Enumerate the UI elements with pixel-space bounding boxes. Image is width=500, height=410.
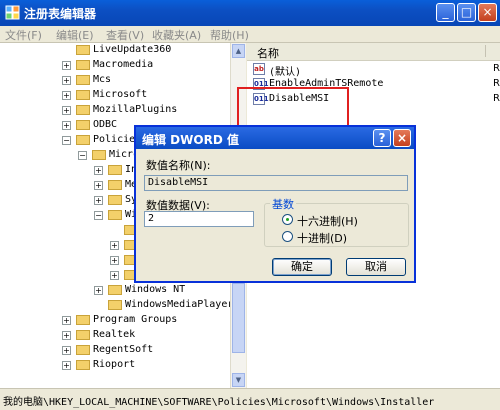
edit-dword-dialog: 编辑 DWORD 值 ? × 数值名称(N): DisableMSI 数值数据(… (134, 125, 416, 283)
dialog-title-bar[interactable]: 编辑 DWORD 值 ? × (136, 127, 414, 149)
value-name-label: 数值名称(N): (146, 159, 211, 172)
status-path: 我的电脑\HKEY_LOCAL_MACHINE\SOFTWARE\Policie… (3, 397, 435, 408)
registry-editor-window: 注册表编辑器 _ □ × 文件(F) 编辑(E) 查看(V) 收藏夹(A) 帮助… (0, 0, 500, 410)
radio-unselected-icon[interactable] (282, 231, 293, 242)
base-group-label: 基数 (270, 196, 296, 212)
value-name-field: DisableMSI (144, 175, 408, 191)
value-data-input[interactable]: 2 (144, 211, 254, 227)
status-bar: 我的电脑\HKEY_LOCAL_MACHINE\SOFTWARE\Policie… (0, 388, 500, 410)
ok-button[interactable]: 确定 (272, 258, 332, 276)
radio-selected-icon[interactable] (282, 214, 293, 225)
dialog-close-button[interactable]: × (393, 129, 411, 147)
help-button[interactable]: ? (373, 129, 391, 147)
cancel-button[interactable]: 取消 (346, 258, 406, 276)
dialog-title: 编辑 DWORD 值 (142, 133, 239, 147)
